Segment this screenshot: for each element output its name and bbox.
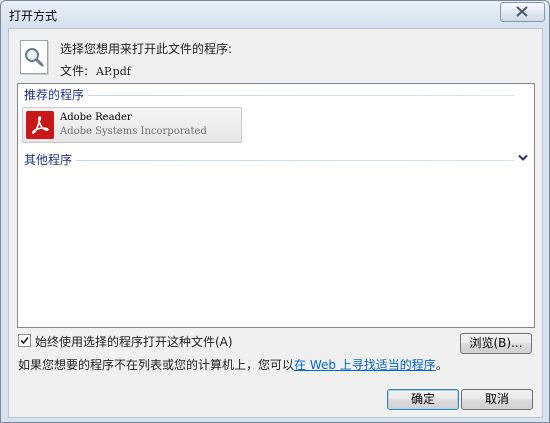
file-search-icon [20,40,48,74]
browse-button[interactable]: 浏览(B)... [460,333,532,354]
hint-suffix: 。 [435,358,448,372]
close-icon [516,6,528,17]
program-list[interactable]: 推荐的程序 Adobe Reader Adobe Systems Incorpo… [17,83,535,328]
hint-text: 如果您想要的程序不在列表或您的计算机上，您可以在 Web 上寻找适当的程序。 [18,356,448,373]
file-label: 文件: [60,64,89,78]
hint-prefix: 如果您想要的程序不在列表或您的计算机上，您可以 [18,358,295,372]
checkmark-icon [20,336,29,345]
recommended-programs-label: 推荐的程序 [24,88,89,102]
always-use-label[interactable]: 始终使用选择的程序打开这种文件(A) [35,333,233,350]
chevron-down-icon[interactable] [518,154,528,162]
other-programs-label: 其他程序 [24,153,77,167]
program-name: Adobe Reader [60,112,132,123]
file-name: AP.pdf [96,65,131,78]
cancel-button[interactable]: 取消 [461,389,533,410]
file-info: 文件: AP.pdf [60,62,131,79]
always-use-checkbox[interactable] [18,334,31,347]
prompt-text: 选择您想用来打开此文件的程序: [60,42,233,56]
web-search-link[interactable]: 在 Web 上寻找适当的程序 [294,358,436,372]
title-bar[interactable]: 打开方式 [1,1,549,28]
program-publisher: Adobe Systems Incorporated [60,126,207,137]
window-title: 打开方式 [9,9,58,23]
dialog-body: 选择您想用来打开此文件的程序: 文件: AP.pdf 推荐的程序 Adobe Re… [8,28,543,418]
ok-button[interactable]: 确定 [387,389,459,410]
open-with-dialog: 打开方式 选择您想用来打开此文件的程序: 文件: AP.pdf 推荐的程序 Ad… [0,0,550,423]
adobe-reader-icon [26,111,54,139]
recommended-programs-header[interactable]: 推荐的程序 [24,88,528,102]
other-programs-header[interactable]: 其他程序 [24,153,528,167]
program-item-adobe-reader[interactable]: Adobe Reader Adobe Systems Incorporated [22,107,242,143]
close-button[interactable] [500,2,545,22]
